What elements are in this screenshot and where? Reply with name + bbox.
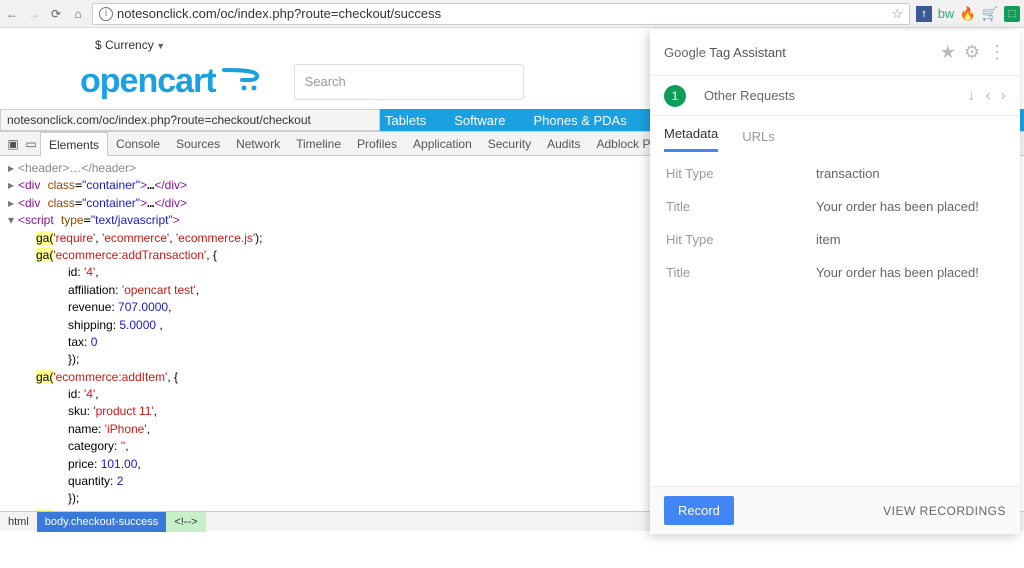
back-icon[interactable]: ← <box>4 6 20 22</box>
browser-toolbar: ← → ⟳ ⌂ i notesonclick.com/oc/index.php?… <box>0 0 1024 28</box>
url-text: notesonclick.com/oc/index.php?route=chec… <box>117 6 441 21</box>
ta-title-brand: Google <box>664 45 706 60</box>
tab-network[interactable]: Network <box>228 132 288 156</box>
more-icon[interactable]: ⋮ <box>988 42 1006 63</box>
cart-icon <box>222 62 264 101</box>
address-bar[interactable]: i notesonclick.com/oc/index.php?route=ch… <box>92 3 910 25</box>
tab-sources[interactable]: Sources <box>168 132 228 156</box>
ta-value: transaction <box>816 166 1004 181</box>
extension-icons: f bw 🔥 🛒 ⬚ <box>916 6 1020 22</box>
nav-item[interactable]: Phones & PDAs <box>534 113 627 128</box>
ta-key: Title <box>666 265 816 280</box>
ta-title-rest: Tag Assistant <box>706 45 786 60</box>
inspect-icon[interactable]: ▣ <box>4 137 22 151</box>
ta-subtitle: Other Requests <box>704 88 795 103</box>
tab-urls[interactable]: URLs <box>742 129 775 152</box>
frame-path-text: notesonclick.com/oc/index.php?route=chec… <box>7 113 311 127</box>
ext-icon-3[interactable]: 🔥 <box>960 6 976 22</box>
ta-body: Hit Typetransaction TitleYour order has … <box>650 152 1020 486</box>
ta-value: Your order has been placed! <box>816 199 1004 214</box>
prev-icon[interactable]: ‹ <box>985 87 990 105</box>
ta-tabs: Metadata URLs <box>650 116 1020 152</box>
ext-icon-2[interactable]: bw <box>938 6 954 22</box>
devtools-frame-path: notesonclick.com/oc/index.php?route=chec… <box>0 109 380 131</box>
record-button[interactable]: Record <box>664 496 734 525</box>
tag-assistant-panel: Google Tag Assistant ★ ⚙ ⋮ 1 Other Reque… <box>650 30 1020 534</box>
ta-row: Hit Typeitem <box>666 232 1004 247</box>
tab-profiles[interactable]: Profiles <box>349 132 405 156</box>
next-icon[interactable]: › <box>1001 87 1006 105</box>
view-recordings-link[interactable]: VIEW RECORDINGS <box>883 504 1006 518</box>
ta-key: Hit Type <box>666 166 816 181</box>
bookmark-star-icon[interactable]: ☆ <box>891 6 903 22</box>
nav-item[interactable]: Software <box>454 113 505 128</box>
nav-item[interactable]: Tablets <box>385 113 426 128</box>
currency-label: $ Currency <box>95 38 154 52</box>
star-icon[interactable]: ★ <box>940 42 956 63</box>
ta-footer: Record VIEW RECORDINGS <box>650 486 1020 534</box>
ta-header: Google Tag Assistant ★ ⚙ ⋮ <box>650 30 1020 76</box>
breadcrumb-item[interactable]: <!--> <box>166 512 205 532</box>
tab-metadata[interactable]: Metadata <box>664 126 718 152</box>
tab-timeline[interactable]: Timeline <box>288 132 349 156</box>
ext-icon-1[interactable]: f <box>916 6 932 22</box>
ta-key: Hit Type <box>666 232 816 247</box>
request-count-badge: 1 <box>664 85 686 107</box>
gear-icon[interactable]: ⚙ <box>964 42 980 63</box>
ta-row: TitleYour order has been placed! <box>666 265 1004 280</box>
download-icon[interactable]: ↓ <box>967 87 975 105</box>
breadcrumb-item[interactable]: body.checkout-success <box>37 512 167 532</box>
home-icon[interactable]: ⌂ <box>70 6 86 22</box>
tab-audits[interactable]: Audits <box>539 132 588 156</box>
caret-down-icon: ▼ <box>154 41 165 51</box>
opencart-logo[interactable]: opencart <box>80 62 264 101</box>
tab-application[interactable]: Application <box>405 132 480 156</box>
ta-key: Title <box>666 199 816 214</box>
site-info-icon[interactable]: i <box>99 7 113 21</box>
tab-console[interactable]: Console <box>108 132 168 156</box>
ta-value: Your order has been placed! <box>816 265 1004 280</box>
ta-value: item <box>816 232 1004 247</box>
device-icon[interactable]: ▭ <box>22 137 40 151</box>
ext-icon-4[interactable]: 🛒 <box>982 6 998 22</box>
ta-row: TitleYour order has been placed! <box>666 199 1004 214</box>
breadcrumb-item[interactable]: html <box>0 512 37 532</box>
reload-icon[interactable]: ⟳ <box>48 6 64 22</box>
forward-icon: → <box>26 6 42 22</box>
tab-security[interactable]: Security <box>480 132 539 156</box>
search-input[interactable]: Search <box>294 64 524 100</box>
logo-text: opencart <box>80 62 216 101</box>
ta-row: Hit Typetransaction <box>666 166 1004 181</box>
tab-elements[interactable]: Elements <box>40 132 108 156</box>
ta-subheader: 1 Other Requests ↓ ‹ › <box>650 76 1020 116</box>
ext-icon-5[interactable]: ⬚ <box>1004 6 1020 22</box>
search-placeholder: Search <box>305 74 346 89</box>
